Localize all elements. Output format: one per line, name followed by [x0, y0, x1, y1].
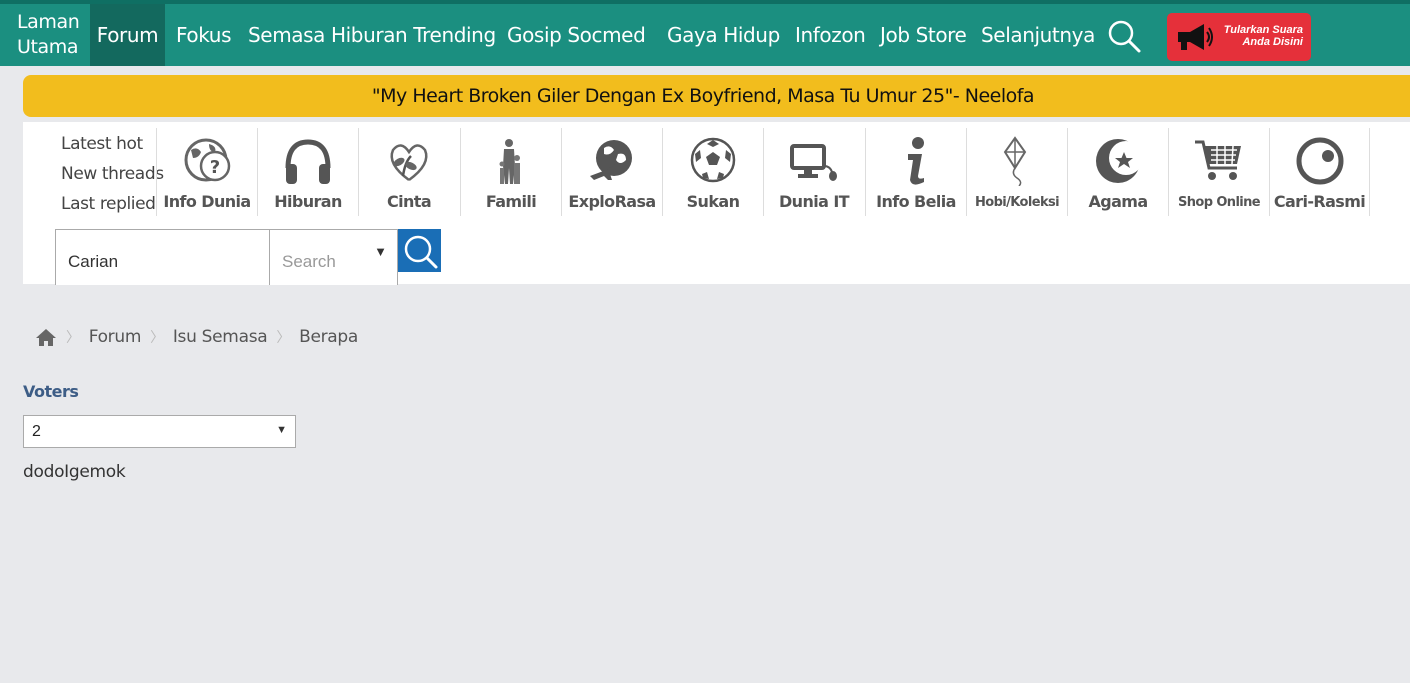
nav-item-job-store[interactable]: Job Store: [880, 4, 967, 66]
search-input-value: Carian: [68, 252, 119, 271]
breadcrumb-forum[interactable]: Forum: [89, 327, 142, 347]
category-sukan[interactable]: Sukan: [662, 128, 763, 216]
kite-icon: [1003, 136, 1027, 186]
voters-option-select[interactable]: 2 ▼: [23, 415, 296, 448]
chevron-down-icon: ▼: [276, 424, 287, 436]
category-label: Cinta: [386, 192, 432, 211]
promo-line2: Anda Disini: [1242, 36, 1303, 48]
family-icon: [499, 139, 520, 184]
top-nav: Laman Utama Forum Fokus Semasa Hiburan T…: [0, 0, 1410, 66]
category-label: Famili: [485, 192, 537, 211]
svg-text:?: ?: [210, 157, 220, 178]
search-input[interactable]: Carian: [55, 229, 270, 285]
megaphone-icon: [1178, 24, 1213, 50]
home-icon[interactable]: [35, 327, 57, 347]
category-label: Agama: [1088, 192, 1148, 211]
category-info-belia[interactable]: Info Belia: [865, 128, 966, 216]
category-label: ExploRasa: [568, 192, 656, 211]
nav-item-gaya-hidup[interactable]: Gaya Hidup: [667, 4, 780, 66]
breadcrumb-separator: 〉: [66, 330, 80, 346]
nav-home-line1: Laman: [17, 11, 80, 33]
headline-banner[interactable]: "My Heart Broken Giler Dengan Ex Boyfrie…: [23, 75, 1410, 117]
nav-home-line2: Utama: [17, 36, 79, 58]
heart-flower-icon: [390, 144, 428, 182]
computer-icon: [790, 144, 837, 181]
soccer-ball-icon: [690, 137, 736, 183]
chevron-down-icon: ▼: [374, 244, 387, 259]
shopping-cart-icon: [1195, 140, 1241, 180]
nav-item-selanjutnya[interactable]: Selanjutnya: [981, 4, 1095, 66]
search-type-placeholder: Search: [282, 252, 336, 271]
breadcrumb: 〉 Forum 〉 Isu Semasa 〉 Berapa: [35, 326, 358, 348]
category-label: Shop Online: [1177, 195, 1261, 210]
breadcrumb-isu-semasa[interactable]: Isu Semasa: [173, 327, 268, 347]
category-cari-rasmi[interactable]: Cari-Rasmi: [1269, 128, 1370, 216]
quick-link-latest-hot[interactable]: Latest hot: [61, 132, 164, 162]
category-cinta[interactable]: Cinta: [358, 128, 459, 216]
promo-text: Tularkan Suara Anda Disini: [1224, 24, 1303, 48]
search-icon[interactable]: [1106, 18, 1142, 54]
promo-banner-button[interactable]: Tularkan Suara Anda Disini: [1167, 13, 1311, 61]
category-label: Sukan: [686, 192, 740, 211]
category-hiburan[interactable]: Hiburan: [257, 128, 358, 216]
category-explorasa[interactable]: ExploRasa: [561, 128, 662, 216]
crescent-star-icon: [1096, 139, 1143, 183]
category-hobi-koleksi[interactable]: Hobi/Koleksi: [966, 128, 1067, 216]
voters-label: Voters: [23, 382, 79, 401]
nav-item-hiburan-trending[interactable]: Hiburan Trending: [331, 4, 496, 66]
globe-question-icon: ?: [184, 138, 231, 182]
nav-item-infozon[interactable]: Infozon: [795, 4, 866, 66]
nav-item-forum[interactable]: Forum: [90, 4, 165, 66]
nav-home-link[interactable]: Laman Utama: [17, 4, 80, 66]
breadcrumb-separator: 〉: [276, 330, 291, 346]
category-label: Hobi/Koleksi: [974, 195, 1060, 210]
voter-name[interactable]: dodoIgemok: [23, 462, 126, 482]
quick-link-new-threads[interactable]: New threads: [61, 162, 164, 192]
breadcrumb-separator: 〉: [150, 330, 164, 346]
headphones-icon: [285, 139, 331, 184]
category-label: Info Dunia: [163, 192, 251, 211]
quick-links: Latest hot New threads Last replied: [61, 132, 164, 222]
info-icon: [908, 137, 924, 185]
category-label: Hiburan: [274, 192, 342, 211]
category-panel: Latest hot New threads Last replied ? In…: [23, 122, 1410, 285]
search-type-select[interactable]: Search ▼: [269, 229, 398, 285]
category-agama[interactable]: Agama: [1067, 128, 1168, 216]
breadcrumb-berapa[interactable]: Berapa: [299, 327, 358, 347]
nav-item-semasa[interactable]: Semasa: [248, 4, 325, 66]
promo-line1: Tularkan Suara: [1223, 24, 1303, 36]
category-info-dunia[interactable]: ? Info Dunia: [156, 128, 257, 216]
nav-item-gosip-socmed[interactable]: Gosip Socmed: [507, 4, 646, 66]
category-label: Dunia IT: [779, 192, 850, 211]
category-dunia-it[interactable]: Dunia IT: [763, 128, 864, 216]
search-icon: [404, 235, 438, 269]
cari-logo-icon: [1296, 137, 1343, 185]
category-label: Info Belia: [876, 192, 956, 211]
category-label: Cari-Rasmi: [1273, 192, 1366, 211]
headline-text[interactable]: "My Heart Broken Giler Dengan Ex Boyfrie…: [372, 85, 1074, 107]
nav-item-fokus[interactable]: Fokus: [176, 4, 231, 66]
globe-plane-icon: [590, 140, 632, 180]
search-submit-button[interactable]: [398, 229, 441, 272]
category-shop-online[interactable]: Shop Online: [1168, 128, 1269, 216]
category-famili[interactable]: Famili: [460, 128, 561, 216]
quick-link-last-replied[interactable]: Last replied: [61, 192, 164, 222]
voters-selected-value: 2: [32, 423, 41, 440]
